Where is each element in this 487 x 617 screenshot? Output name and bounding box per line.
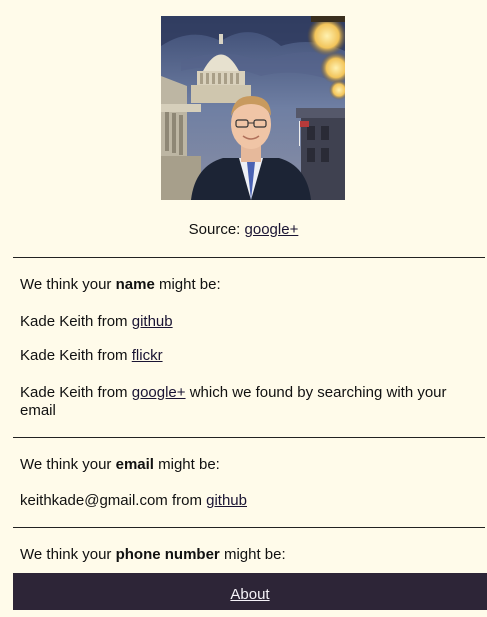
name-heading-prefix: We think your: [20, 276, 116, 293]
source-google-plus-link[interactable]: google+: [245, 221, 299, 238]
phone-heading-prefix: We think your: [20, 546, 116, 563]
email-item-github: keithkade@gmail.com from github: [20, 492, 475, 510]
profile-photo-image: [161, 16, 345, 200]
name-item-text: Kade Keith from: [20, 313, 132, 330]
profile-photo: [161, 16, 345, 200]
name-item-google-plus: Kade Keith from google+ which we found b…: [20, 384, 475, 420]
name-github-link[interactable]: github: [132, 313, 173, 330]
photo-source: Source: google+: [0, 221, 487, 238]
email-section-heading: We think your email might be:: [20, 456, 475, 474]
email-github-link[interactable]: github: [206, 492, 247, 509]
phone-heading-bold: phone number: [115, 546, 220, 563]
name-section-heading: We think your name might be:: [20, 276, 475, 294]
email-heading-suffix: might be:: [153, 456, 220, 473]
name-item-text: Kade Keith from: [20, 347, 132, 364]
divider: [13, 527, 485, 528]
divider: [13, 257, 485, 258]
name-item-text: Kade Keith from: [20, 384, 132, 401]
email-heading-bold: email: [115, 456, 154, 473]
source-prefix: Source:: [188, 221, 245, 238]
phone-heading-suffix: might be:: [219, 546, 286, 563]
email-item-text: keithkade@gmail.com from: [20, 492, 207, 509]
footer-bar: About: [13, 573, 487, 610]
phone-section-heading: We think your phone number might be:: [20, 546, 475, 564]
name-item-flickr: Kade Keith from flickr: [20, 347, 475, 365]
email-heading-prefix: We think your: [20, 456, 116, 473]
name-google-plus-link[interactable]: google+: [132, 384, 186, 401]
name-heading-suffix: might be:: [154, 276, 221, 293]
about-link[interactable]: About: [230, 586, 269, 603]
divider: [13, 437, 485, 438]
name-item-github: Kade Keith from github: [20, 313, 475, 331]
name-flickr-link[interactable]: flickr: [132, 347, 163, 364]
name-heading-bold: name: [115, 276, 155, 293]
